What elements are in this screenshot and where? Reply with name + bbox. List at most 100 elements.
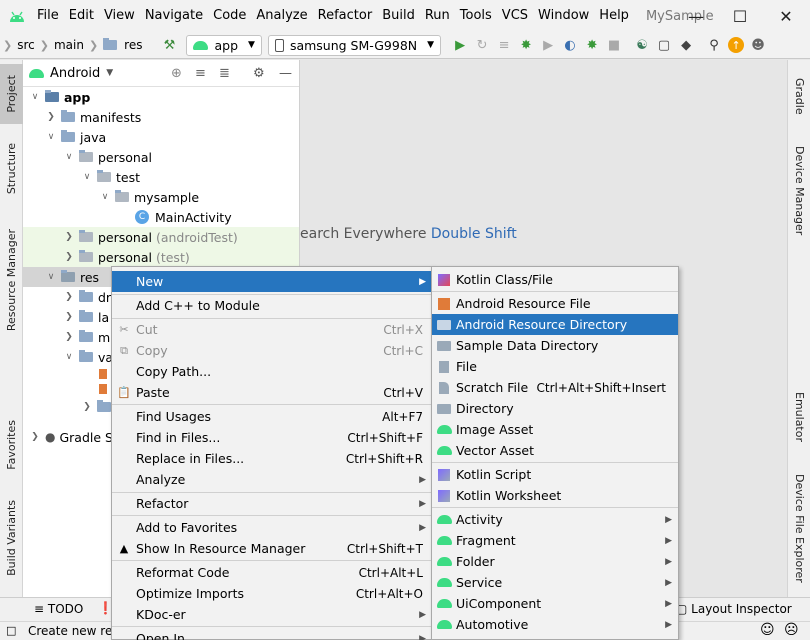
tree-node-mainactivity[interactable]: C MainActivity bbox=[23, 207, 299, 227]
feedback-sad-icon[interactable]: ☹ bbox=[784, 622, 799, 638]
submenu-item-sample-data-directory[interactable]: Sample Data Directory bbox=[432, 335, 678, 356]
stop-icon[interactable]: ■ bbox=[603, 34, 625, 56]
debug-attach-icon[interactable]: ✸ bbox=[581, 34, 603, 56]
menu-item-find-in-files[interactable]: Find in Files... Ctrl+Shift+F bbox=[112, 427, 432, 448]
tab-build-variants[interactable]: Build Variants bbox=[0, 498, 23, 578]
gradle-sync-icon[interactable]: ☯ bbox=[631, 34, 653, 56]
menu-item-analyze[interactable]: Analyze ▶ bbox=[112, 469, 432, 490]
submenu-item-kotlin-worksheet[interactable]: Kotlin Worksheet bbox=[432, 485, 678, 506]
menu-item-add-to-favorites[interactable]: Add to Favorites ▶ bbox=[112, 517, 432, 538]
menu-item-shortcut: Ctrl+Shift+R bbox=[345, 451, 423, 466]
menu-item-new[interactable]: New ▶ bbox=[112, 271, 432, 292]
tab-resource-manager[interactable]: Resource Manager bbox=[0, 220, 23, 340]
breadcrumb-main[interactable]: main bbox=[52, 38, 86, 52]
submenu-item-android-resource-file[interactable]: Android Resource File bbox=[432, 293, 678, 314]
menu-help[interactable]: Help bbox=[594, 0, 634, 32]
todo-tab[interactable]: ≡ TODO bbox=[34, 602, 83, 616]
menu-item-optimize-imports[interactable]: Optimize Imports Ctrl+Alt+O bbox=[112, 583, 432, 604]
menu-file[interactable]: File bbox=[32, 0, 64, 32]
submenu-item-fragment[interactable]: Fragment ▶ bbox=[432, 530, 678, 551]
menu-item-show-in-resource-manager[interactable]: ▲ Show In Resource Manager Ctrl+Shift+T bbox=[112, 538, 432, 559]
menu-item-reformat-code[interactable]: Reformat Code Ctrl+Alt+L bbox=[112, 562, 432, 583]
apply-changes-icon[interactable]: ↻ bbox=[471, 34, 493, 56]
run-config-select[interactable]: app ▼ bbox=[186, 34, 262, 56]
update-icon[interactable]: ↑ bbox=[725, 34, 747, 56]
submenu-item-automotive[interactable]: Automotive ▶ bbox=[432, 614, 678, 635]
profile-icon[interactable]: ◐ bbox=[559, 34, 581, 56]
tree-node-personal-test[interactable]: ❯ personal (test) bbox=[23, 247, 299, 267]
tree-node-personal-androidtest[interactable]: ❯ personal (androidTest) bbox=[23, 227, 299, 247]
tree-node-manifests[interactable]: ❯ manifests bbox=[23, 107, 299, 127]
tree-node-java[interactable]: ∨ java bbox=[23, 127, 299, 147]
submenu-item-kotlin-script[interactable]: Kotlin Script bbox=[432, 464, 678, 485]
submenu-item-file[interactable]: File bbox=[432, 356, 678, 377]
tab-gradle[interactable]: Gradle bbox=[788, 66, 810, 126]
menu-item-copy[interactable]: ⧉ Copy Ctrl+C bbox=[112, 340, 432, 361]
menu-edit[interactable]: Edit bbox=[64, 0, 99, 32]
breadcrumb-src[interactable]: src bbox=[15, 38, 37, 52]
device-select[interactable]: samsung SM-G998N ▼ bbox=[267, 34, 442, 56]
submenu-item-uicomponent[interactable]: UiComponent ▶ bbox=[432, 593, 678, 614]
debug-icon[interactable]: ✸ bbox=[515, 34, 537, 56]
submenu-item-kotlin-class-file[interactable]: Kotlin Class/File bbox=[432, 269, 678, 290]
tab-device-file-explorer[interactable]: Device File Explorer bbox=[788, 468, 810, 588]
submenu-item-vector-asset[interactable]: Vector Asset bbox=[432, 440, 678, 461]
hide-icon[interactable]: — bbox=[279, 66, 292, 81]
tree-node-personal[interactable]: ∨ personal bbox=[23, 147, 299, 167]
layout-inspector-tab[interactable]: ▢ Layout Inspector bbox=[676, 602, 792, 616]
locate-icon[interactable]: ⊕ bbox=[171, 66, 182, 81]
tab-device-manager[interactable]: Device Manager bbox=[788, 136, 810, 246]
menu-code[interactable]: Code bbox=[208, 0, 251, 32]
expand-all-icon[interactable]: ≡ bbox=[195, 66, 206, 81]
attach-debugger-icon[interactable]: ▶ bbox=[537, 34, 559, 56]
menu-item-cut[interactable]: ✂ Cut Ctrl+X bbox=[112, 319, 432, 340]
menu-run[interactable]: Run bbox=[420, 0, 455, 32]
tree-node-mysample[interactable]: ∨ mysample bbox=[23, 187, 299, 207]
submenu-item-directory[interactable]: Directory bbox=[432, 398, 678, 419]
menu-item-copy-path[interactable]: Copy Path... bbox=[112, 361, 432, 382]
account-icon[interactable]: ☻ bbox=[747, 34, 769, 56]
dropdown-arrow-icon[interactable]: ▼ bbox=[106, 68, 113, 78]
menu-analyze[interactable]: Analyze bbox=[251, 0, 312, 32]
tab-favorites[interactable]: Favorites bbox=[0, 410, 23, 480]
menu-vcs[interactable]: VCS bbox=[497, 0, 533, 32]
apply-code-changes-icon[interactable]: ≡ bbox=[493, 34, 515, 56]
menu-window[interactable]: Window bbox=[533, 0, 594, 32]
menu-build[interactable]: Build bbox=[377, 0, 420, 32]
run-icon[interactable]: ▶ bbox=[449, 34, 471, 56]
menu-item-open-in[interactable]: Open In ▶ bbox=[112, 628, 432, 640]
menu-refactor[interactable]: Refactor bbox=[313, 0, 378, 32]
tree-node-app[interactable]: ∨ app bbox=[23, 87, 299, 107]
submenu-item-scratch-file[interactable]: Scratch File Ctrl+Alt+Shift+Insert bbox=[432, 377, 678, 398]
gear-icon[interactable]: ⚙ bbox=[253, 66, 265, 81]
menu-navigate[interactable]: Navigate bbox=[140, 0, 208, 32]
feedback-happy-icon[interactable]: ☺ bbox=[760, 622, 775, 638]
submenu-item-android-resource-directory[interactable]: Android Resource Directory bbox=[432, 314, 678, 335]
menu-item-find-usages[interactable]: Find Usages Alt+F7 bbox=[112, 406, 432, 427]
menu-item-replace-in-files[interactable]: Replace in Files... Ctrl+Shift+R bbox=[112, 448, 432, 469]
menu-view[interactable]: View bbox=[99, 0, 140, 32]
tab-project[interactable]: Project bbox=[0, 64, 23, 124]
menu-item-kdoc-er[interactable]: KDoc-er ▶ bbox=[112, 604, 432, 625]
tree-node-test[interactable]: ∨ test bbox=[23, 167, 299, 187]
submenu-item-image-asset[interactable]: Image Asset bbox=[432, 419, 678, 440]
device-manager-icon[interactable]: ▢ bbox=[653, 34, 675, 56]
close-button[interactable]: ✕ bbox=[764, 0, 808, 32]
build-hammer-icon[interactable]: ⚒ bbox=[158, 34, 180, 56]
minimize-button[interactable]: — bbox=[674, 0, 718, 32]
project-view-select[interactable]: Android bbox=[50, 66, 100, 81]
search-icon[interactable]: ⚲ bbox=[703, 34, 725, 56]
menu-tools[interactable]: Tools bbox=[455, 0, 497, 32]
sdk-manager-icon[interactable]: ◆ bbox=[675, 34, 697, 56]
submenu-item-folder[interactable]: Folder ▶ bbox=[432, 551, 678, 572]
menu-item-refactor[interactable]: Refactor ▶ bbox=[112, 493, 432, 514]
menu-item-paste[interactable]: 📋 Paste Ctrl+V bbox=[112, 382, 432, 403]
breadcrumb-res[interactable]: res bbox=[122, 38, 144, 52]
maximize-button[interactable]: ☐ bbox=[718, 0, 762, 32]
menu-item-add-cpp[interactable]: Add C++ to Module bbox=[112, 295, 432, 316]
collapse-all-icon[interactable]: ≣ bbox=[219, 66, 230, 81]
submenu-item-activity[interactable]: Activity ▶ bbox=[432, 509, 678, 530]
tab-emulator[interactable]: Emulator bbox=[788, 382, 810, 452]
tab-structure[interactable]: Structure bbox=[0, 134, 23, 204]
submenu-item-service[interactable]: Service ▶ bbox=[432, 572, 678, 593]
